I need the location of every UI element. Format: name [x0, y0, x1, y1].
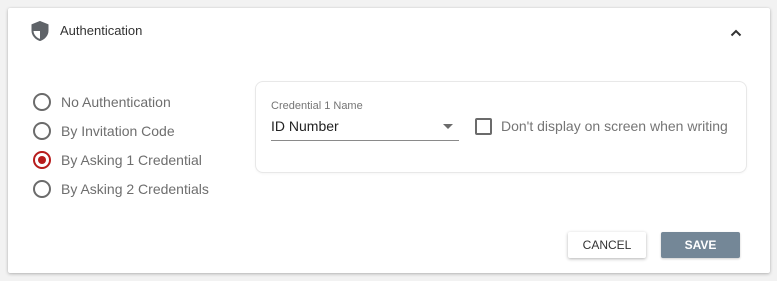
radio-two-credentials[interactable]: By Asking 2 Credentials [33, 174, 209, 203]
authentication-panel: Authentication No Authentication By Invi… [8, 8, 770, 273]
radio-label: No Authentication [61, 93, 171, 110]
radio-button[interactable] [33, 92, 51, 111]
hide-on-screen-checkbox[interactable] [475, 118, 492, 135]
credential-name-select[interactable]: ID Number [271, 118, 339, 134]
save-button[interactable]: SAVE [661, 232, 740, 258]
radio-no-authentication[interactable]: No Authentication [33, 87, 209, 116]
radio-label: By Invitation Code [61, 122, 175, 139]
radio-label: By Asking 1 Credential [61, 151, 202, 168]
panel-header[interactable]: Authentication [8, 8, 770, 54]
credential-card: Credential 1 Name ID Number Don't displa… [255, 81, 747, 173]
radio-one-credential[interactable]: By Asking 1 Credential [33, 145, 209, 174]
radio-label: By Asking 2 Credentials [61, 180, 209, 197]
radio-invitation-code[interactable]: By Invitation Code [33, 116, 209, 145]
select-underline [271, 140, 459, 141]
cancel-button[interactable]: CANCEL [568, 232, 646, 258]
chevron-up-icon[interactable] [730, 26, 742, 38]
radio-button[interactable] [33, 121, 51, 140]
radio-button[interactable] [33, 179, 51, 198]
shield-icon [31, 20, 49, 42]
radio-button-selected[interactable] [33, 150, 51, 169]
hide-on-screen-label[interactable]: Don't display on screen when writing [501, 118, 728, 134]
auth-method-radio-group: No Authentication By Invitation Code By … [33, 87, 209, 203]
credential-name-label: Credential 1 Name [271, 100, 363, 112]
dropdown-arrow-icon[interactable] [443, 124, 453, 129]
section-title: Authentication [60, 23, 143, 38]
